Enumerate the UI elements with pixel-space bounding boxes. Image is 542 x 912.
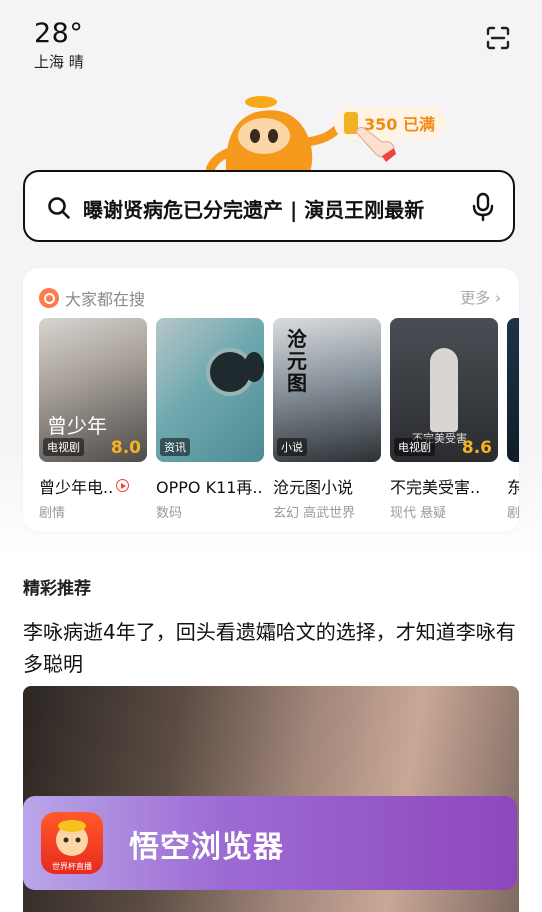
novel-cover: 沧元图 小说	[273, 318, 381, 462]
more-link[interactable]: 更多 ›	[460, 287, 501, 308]
trending-item[interactable]: 不完美受害 电视剧 8.6 不完美受害.. 现代 悬疑	[390, 318, 498, 521]
weather-widget[interactable]: 28° 上海 晴	[34, 18, 84, 72]
item-title: 不完美受害..	[390, 478, 481, 497]
trending-header: 大家都在搜	[39, 286, 145, 310]
trending-item[interactable]: 曾少年 电视剧 8.0 曾少年电.. 剧情	[39, 318, 147, 521]
trending-search-icon	[39, 288, 59, 308]
trending-searches-card: 大家都在搜 更多 › 曾少年 电视剧 8.0 曾少年电.. 剧情 资讯 OPPO…	[23, 268, 519, 532]
play-icon	[116, 479, 130, 492]
poster-image: 曾少年 电视剧 8.0	[39, 318, 147, 462]
icon-caption: 世界杯直播	[52, 862, 92, 871]
scan-icon[interactable]	[486, 26, 510, 50]
section-title: 精彩推荐	[23, 579, 91, 599]
item-subtitle: 玄幻 高武世界	[273, 506, 356, 521]
microphone-icon[interactable]	[471, 192, 495, 222]
item-title: 沧元图小说	[273, 478, 354, 497]
tap-hand-icon	[355, 127, 396, 162]
wukong-app-icon: 世界杯直播	[41, 812, 103, 874]
search-query[interactable]: 曝谢贤病危已分完遗产 | 演员王刚最新	[83, 194, 451, 223]
item-subtitle: 剧	[507, 506, 519, 521]
poster-image	[507, 318, 519, 462]
app-name: 悟空浏览器	[129, 830, 284, 865]
poster-image: 不完美受害 电视剧 8.6	[390, 318, 498, 462]
item-title: OPPO K11再..	[156, 478, 263, 497]
temperature: 28°	[34, 18, 84, 49]
chevron-right-icon: ›	[495, 289, 501, 307]
item-subtitle: 数码	[156, 506, 183, 521]
news-headline[interactable]: 李咏病逝4年了，回头看遗孀哈文的选择，才知道李咏有多聪明	[23, 616, 519, 680]
news-image: 资讯	[156, 318, 264, 462]
weather-location: 上海 晴	[34, 53, 84, 71]
trending-title: 大家都在搜	[65, 290, 146, 309]
app-promo-banner[interactable]: 世界杯直播 悟空浏览器	[23, 796, 517, 890]
item-subtitle: 剧情	[39, 506, 66, 521]
item-title: 东	[507, 478, 519, 497]
search-bar[interactable]: 曝谢贤病危已分完遗产 | 演员王刚最新	[23, 170, 515, 242]
item-title: 曾少年电..	[39, 474, 147, 498]
trending-item[interactable]: 沧元图 小说 沧元图小说 玄幻 高武世界	[273, 318, 381, 521]
item-subtitle: 现代 悬疑	[390, 506, 447, 521]
search-icon	[48, 197, 70, 219]
trending-item[interactable]: 东 剧	[507, 318, 519, 521]
monkey-mascot-icon[interactable]	[206, 92, 346, 172]
trending-item[interactable]: 资讯 OPPO K11再.. 数码	[156, 318, 264, 521]
